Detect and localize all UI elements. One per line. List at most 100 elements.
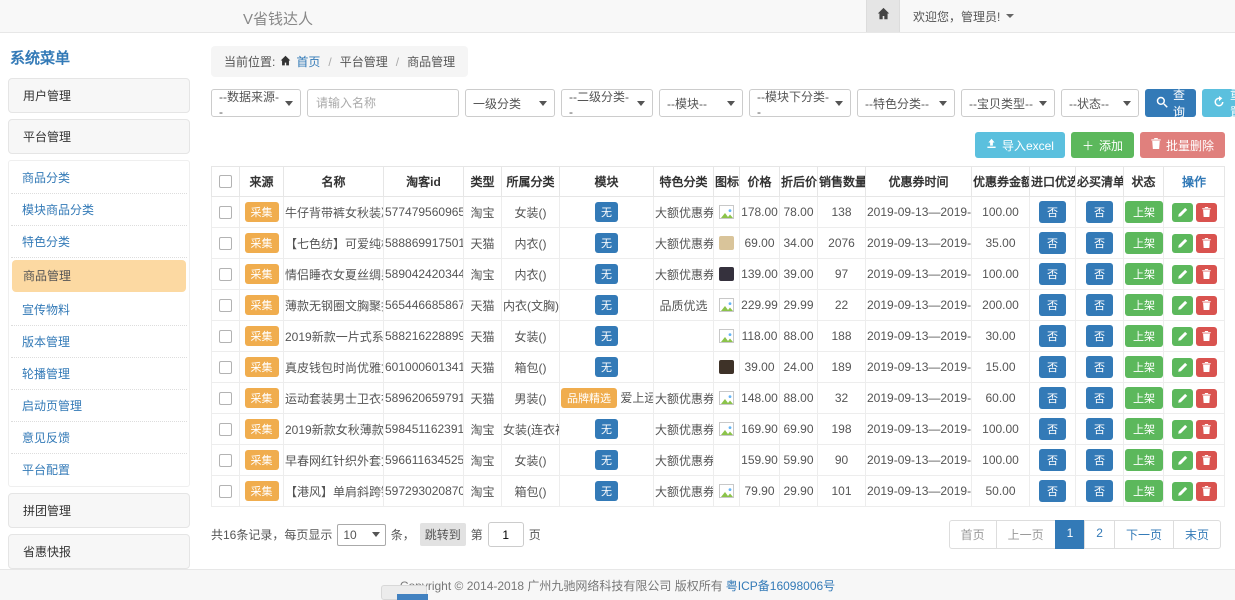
status-toggle[interactable]: 上架	[1125, 325, 1163, 347]
row-checkbox[interactable]	[219, 392, 232, 405]
sidebar-item-平台配置[interactable]: 平台配置	[11, 454, 187, 485]
row-checkbox[interactable]	[219, 206, 232, 219]
filter-select-level2-category[interactable]: --二级分类--	[561, 89, 653, 117]
sidebar-item-特色分类[interactable]: 特色分类	[11, 226, 187, 258]
import-select-toggle[interactable]: 否	[1039, 232, 1066, 254]
must-buy-toggle[interactable]: 否	[1086, 263, 1113, 285]
sidebar-item-启动页管理[interactable]: 启动页管理	[11, 390, 187, 422]
delete-button[interactable]	[1196, 327, 1217, 346]
query-button[interactable]: 查询	[1145, 89, 1196, 117]
module-badge[interactable]: 无	[595, 202, 618, 222]
import-select-toggle[interactable]: 否	[1039, 480, 1066, 502]
row-checkbox[interactable]	[219, 330, 232, 343]
status-toggle[interactable]: 上架	[1125, 232, 1163, 254]
sidebar-item-商品管理[interactable]: 商品管理	[12, 260, 186, 292]
edit-button[interactable]	[1172, 358, 1193, 377]
filter-select-level1-category[interactable]: 一级分类	[465, 89, 555, 117]
module-badge[interactable]: 无	[595, 295, 618, 315]
import-select-toggle[interactable]: 否	[1039, 387, 1066, 409]
page-button-末页[interactable]: 末页	[1173, 520, 1221, 549]
status-toggle[interactable]: 上架	[1125, 418, 1163, 440]
row-checkbox[interactable]	[219, 485, 232, 498]
status-toggle[interactable]: 上架	[1125, 387, 1163, 409]
edit-button[interactable]	[1172, 234, 1193, 253]
status-toggle[interactable]: 上架	[1125, 294, 1163, 316]
delete-button[interactable]	[1196, 389, 1217, 408]
row-checkbox[interactable]	[219, 268, 232, 281]
sidebar-item-轮播管理[interactable]: 轮播管理	[11, 358, 187, 390]
delete-button[interactable]	[1196, 451, 1217, 470]
edit-button[interactable]	[1172, 420, 1193, 439]
sidebar-group-省惠快报[interactable]: 省惠快报	[8, 534, 190, 569]
page-button-首页[interactable]: 首页	[949, 520, 997, 549]
module-badge[interactable]: 无	[595, 450, 618, 470]
must-buy-toggle[interactable]: 否	[1086, 201, 1113, 223]
delete-button[interactable]	[1196, 296, 1217, 315]
delete-button[interactable]	[1196, 234, 1217, 253]
import-select-toggle[interactable]: 否	[1039, 201, 1066, 223]
must-buy-toggle[interactable]: 否	[1086, 356, 1113, 378]
add-button[interactable]: ＋ 添加	[1071, 132, 1134, 158]
filter-select-data-source[interactable]: --数据来源--	[211, 89, 301, 117]
edit-button[interactable]	[1172, 327, 1193, 346]
delete-button[interactable]	[1196, 265, 1217, 284]
filter-select-module[interactable]: --模块--	[659, 89, 743, 117]
breadcrumb-home-link[interactable]: 首页	[296, 53, 320, 70]
edit-button[interactable]	[1172, 265, 1193, 284]
module-badge[interactable]: 无	[595, 481, 618, 501]
import-select-toggle[interactable]: 否	[1039, 294, 1066, 316]
page-button-2[interactable]: 2	[1084, 520, 1115, 549]
must-buy-toggle[interactable]: 否	[1086, 294, 1113, 316]
module-badge[interactable]: 无	[595, 419, 618, 439]
delete-button[interactable]	[1196, 420, 1217, 439]
sidebar-item-版本管理[interactable]: 版本管理	[11, 326, 187, 358]
must-buy-toggle[interactable]: 否	[1086, 232, 1113, 254]
filter-select-feature-category[interactable]: --特色分类--	[857, 89, 955, 117]
edit-button[interactable]	[1172, 482, 1193, 501]
reset-button[interactable]: 重置	[1202, 89, 1235, 117]
must-buy-toggle[interactable]: 否	[1086, 387, 1113, 409]
row-checkbox[interactable]	[219, 423, 232, 436]
sidebar-item-商品分类[interactable]: 商品分类	[11, 162, 187, 194]
must-buy-toggle[interactable]: 否	[1086, 449, 1113, 471]
row-checkbox[interactable]	[219, 454, 232, 467]
import-select-toggle[interactable]: 否	[1039, 449, 1066, 471]
delete-button[interactable]	[1196, 482, 1217, 501]
edit-button[interactable]	[1172, 296, 1193, 315]
delete-button[interactable]	[1196, 203, 1217, 222]
home-button[interactable]	[866, 0, 900, 32]
delete-button[interactable]	[1196, 358, 1217, 377]
module-badge[interactable]: 无	[595, 357, 618, 377]
row-checkbox[interactable]	[219, 361, 232, 374]
edit-button[interactable]	[1172, 451, 1193, 470]
filter-select-module-sub-category[interactable]: --模块下分类--	[749, 89, 851, 117]
import-select-toggle[interactable]: 否	[1039, 418, 1066, 440]
sidebar-item-模块商品分类[interactable]: 模块商品分类	[11, 194, 187, 226]
import-excel-button[interactable]: 导入excel	[975, 132, 1065, 158]
row-checkbox[interactable]	[219, 299, 232, 312]
page-button-上一页[interactable]: 上一页	[996, 520, 1056, 549]
import-select-toggle[interactable]: 否	[1039, 325, 1066, 347]
module-badge[interactable]: 无	[595, 233, 618, 253]
name-search-input[interactable]	[307, 89, 459, 117]
select-all-checkbox[interactable]	[219, 175, 232, 188]
module-badge[interactable]: 无	[595, 264, 618, 284]
status-toggle[interactable]: 上架	[1125, 449, 1163, 471]
sidebar-item-意见反馈[interactable]: 意见反馈	[11, 422, 187, 454]
sidebar-item-宣传物料[interactable]: 宣传物料	[11, 294, 187, 326]
filter-select-item-type[interactable]: --宝贝类型--	[961, 89, 1055, 117]
page-number-input[interactable]	[488, 522, 524, 547]
filter-select-status[interactable]: --状态--	[1061, 89, 1139, 117]
sidebar-group-用户管理[interactable]: 用户管理	[8, 78, 190, 113]
edit-button[interactable]	[1172, 203, 1193, 222]
import-select-toggle[interactable]: 否	[1039, 263, 1066, 285]
status-toggle[interactable]: 上架	[1125, 201, 1163, 223]
icp-link[interactable]: 粤ICP备16098006号	[726, 577, 835, 594]
row-checkbox[interactable]	[219, 237, 232, 250]
jump-button[interactable]: 跳转到	[420, 523, 466, 546]
sidebar-group-平台管理[interactable]: 平台管理	[8, 119, 190, 154]
batch-delete-button[interactable]: 批量删除	[1140, 132, 1225, 158]
sidebar-group-拼团管理[interactable]: 拼团管理	[8, 493, 190, 528]
status-toggle[interactable]: 上架	[1125, 356, 1163, 378]
module-badge[interactable]: 无	[595, 326, 618, 346]
